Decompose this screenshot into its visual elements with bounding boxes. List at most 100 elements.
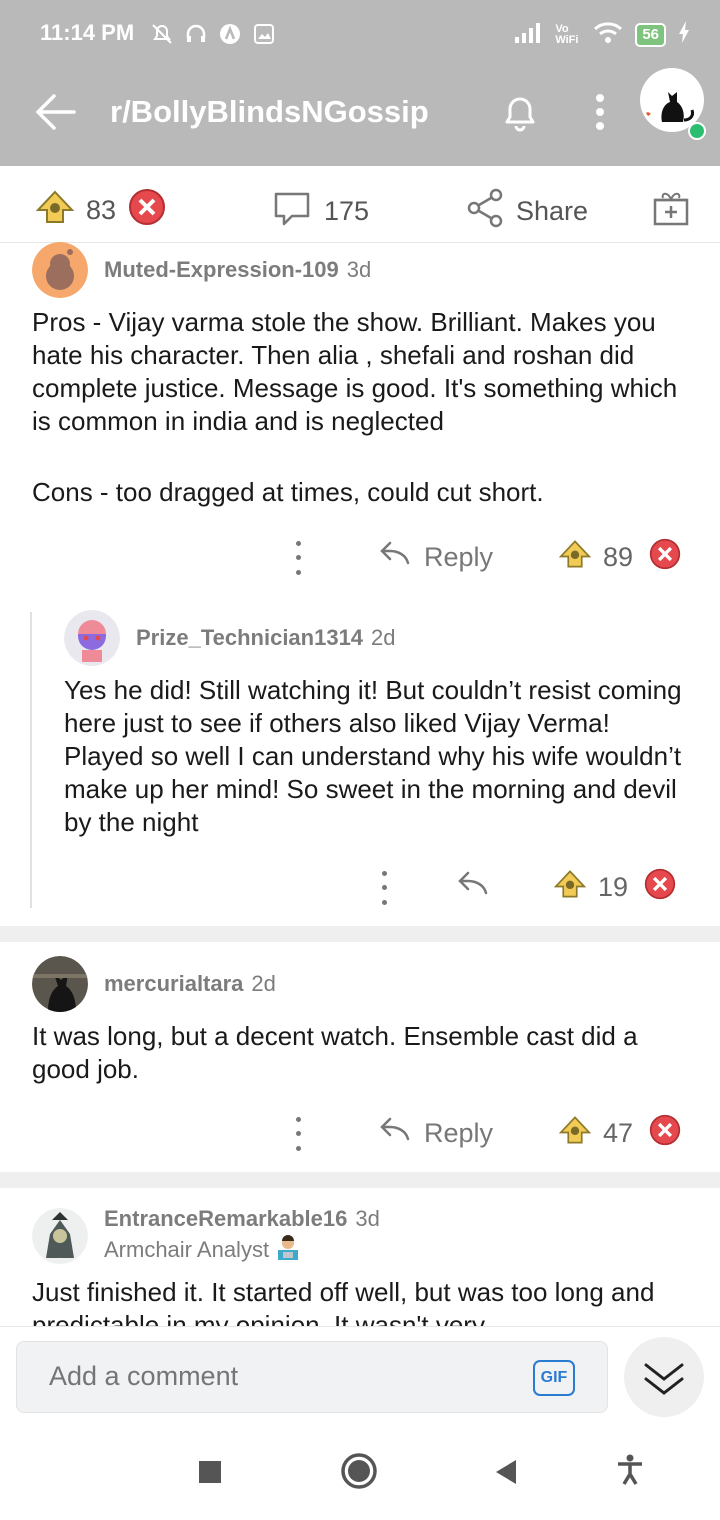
- downvote-icon[interactable]: [128, 188, 166, 233]
- comment-item: Muted-Expression-109 3d Pros - Vijay var…: [0, 242, 720, 602]
- comment-age: 2d: [371, 625, 396, 650]
- reply-button[interactable]: [456, 871, 488, 904]
- comment-actions: Reply 89: [288, 538, 681, 577]
- reply-label: Reply: [424, 1118, 494, 1148]
- comment-more-icon[interactable]: [288, 1116, 308, 1151]
- comment-vote-group: 47: [558, 1114, 681, 1153]
- comment-header: Prize_Technician1314 2d: [64, 610, 396, 666]
- comment-paragraph: Just finished it. It started off well, b…: [32, 1277, 655, 1326]
- downvote-icon[interactable]: [649, 538, 681, 577]
- comment-item: mercurialtara 2d It was long, but a dece…: [0, 956, 720, 1166]
- user-flair: Armchair Analyst: [104, 1234, 380, 1265]
- signal-icon: [513, 21, 543, 48]
- comment-paragraph: It was long, but a decent watch. Ensembl…: [32, 1021, 638, 1084]
- bell-icon[interactable]: [498, 90, 542, 134]
- back-triangle-icon[interactable]: [494, 1458, 518, 1491]
- comment-age: 3d: [355, 1206, 380, 1231]
- comment-body: Yes he did! Still watching it! But could…: [64, 674, 684, 839]
- status-bar: 11:14 PM Vo WiFi 56: [0, 0, 720, 68]
- downvote-icon[interactable]: [644, 868, 676, 907]
- image-notification-icon: [252, 22, 276, 46]
- status-right: Vo WiFi 56: [513, 20, 690, 49]
- comment-actions: Reply 47: [288, 1114, 681, 1153]
- comment-input-bar: GIF: [0, 1326, 720, 1427]
- comment-divider: [0, 926, 720, 942]
- comment-item: EntranceRemarkable16 3d Armchair Analyst…: [0, 1206, 720, 1326]
- online-status-dot: [688, 122, 706, 140]
- mute-icon: [150, 22, 174, 46]
- comment-score: 89: [603, 542, 634, 572]
- headphones-icon: [184, 22, 208, 46]
- commenter-avatar[interactable]: [32, 1207, 88, 1264]
- comment-body: Pros - Vijay varma stole the show. Brill…: [32, 306, 702, 509]
- share-label: Share: [516, 196, 589, 226]
- downvote-icon[interactable]: [649, 1114, 681, 1153]
- reply-button[interactable]: Reply: [378, 1117, 493, 1150]
- upvote-icon[interactable]: [553, 869, 587, 906]
- comment-age: 3d: [346, 257, 372, 282]
- comment-username[interactable]: EntranceRemarkable16: [104, 1206, 347, 1232]
- comment-age: 2d: [251, 971, 276, 996]
- collapse-thread-button[interactable]: [624, 1337, 704, 1417]
- upvote-icon[interactable]: [35, 190, 75, 231]
- comment-body: Just finished it. It started off well, b…: [32, 1276, 702, 1326]
- comment-input-box[interactable]: GIF: [16, 1341, 608, 1413]
- post-score: 83: [86, 195, 117, 225]
- wifi-icon: [593, 20, 623, 49]
- comment-count: 175: [324, 196, 370, 226]
- more-options-icon[interactable]: [584, 90, 616, 134]
- share-button[interactable]: Share: [466, 188, 588, 235]
- comment-body: It was long, but a decent watch. Ensembl…: [32, 1020, 702, 1086]
- status-time: 11:14 PM: [40, 20, 135, 45]
- comment-bubble-icon: [272, 188, 312, 235]
- recents-icon[interactable]: [198, 1460, 222, 1489]
- comment-input[interactable]: [47, 1360, 511, 1393]
- commenter-avatar[interactable]: [32, 956, 88, 1012]
- home-icon[interactable]: [340, 1452, 378, 1495]
- double-chevron-down-icon: [644, 1363, 684, 1395]
- comment-more-icon[interactable]: [374, 870, 394, 905]
- post-vote-group: 83: [35, 188, 166, 233]
- comment-paragraph: Yes he did! Still watching it! But could…: [64, 675, 682, 837]
- flair-label: Armchair Analyst: [104, 1236, 270, 1262]
- share-icon: [466, 188, 504, 235]
- commenter-avatar[interactable]: [64, 610, 120, 666]
- post-action-row: 83 175 Share: [0, 166, 720, 243]
- charging-icon: [678, 21, 690, 48]
- comment-meta: EntranceRemarkable16 3d Armchair Analyst: [88, 1206, 380, 1265]
- comment-username[interactable]: mercurialtara: [104, 971, 243, 997]
- back-arrow-icon[interactable]: [34, 90, 78, 134]
- comment-username[interactable]: Prize_Technician1314: [136, 625, 363, 651]
- reply-arrow-icon: [378, 1117, 410, 1150]
- status-icons: [150, 22, 276, 46]
- comment-divider: [0, 1172, 720, 1188]
- comment-vote-group: 89: [558, 538, 681, 577]
- gif-button[interactable]: GIF: [533, 1360, 575, 1396]
- comment-paragraph: Pros - Vijay varma stole the show. Brill…: [32, 307, 678, 436]
- comment-item: Prize_Technician1314 2d Yes he did! Stil…: [0, 610, 720, 910]
- comment-vote-group: 19: [553, 868, 676, 907]
- vowifi-label: Vo WiFi: [555, 22, 579, 46]
- commenter-avatar[interactable]: [32, 242, 88, 298]
- comments-button[interactable]: 175: [272, 188, 369, 235]
- upvote-icon[interactable]: [558, 1115, 592, 1152]
- battery-indicator: 56: [635, 22, 666, 47]
- comment-more-icon[interactable]: [288, 540, 308, 575]
- comment-header: EntranceRemarkable16 3d Armchair Analyst: [32, 1206, 380, 1265]
- gift-icon: [652, 188, 690, 233]
- reply-arrow-icon: [378, 541, 410, 574]
- award-button[interactable]: [652, 188, 690, 233]
- upvote-icon[interactable]: [558, 539, 592, 576]
- comment-header: Muted-Expression-109 3d: [32, 242, 371, 298]
- technologist-emoji-icon: [275, 1234, 301, 1265]
- comment-score: 19: [598, 872, 629, 902]
- reply-button[interactable]: Reply: [378, 541, 493, 574]
- reply-label: Reply: [424, 542, 494, 572]
- comment-score: 47: [603, 1118, 634, 1148]
- subreddit-title[interactable]: r/BollyBlindsNGossip: [110, 94, 429, 130]
- comment-username[interactable]: Muted-Expression-109: [104, 257, 339, 283]
- comment-actions: 19: [374, 868, 676, 907]
- comment-user-line: EntranceRemarkable16 3d: [88, 1206, 380, 1232]
- accessibility-icon[interactable]: [616, 1454, 644, 1491]
- comment-paragraph: Cons - too dragged at times, could cut s…: [32, 477, 544, 507]
